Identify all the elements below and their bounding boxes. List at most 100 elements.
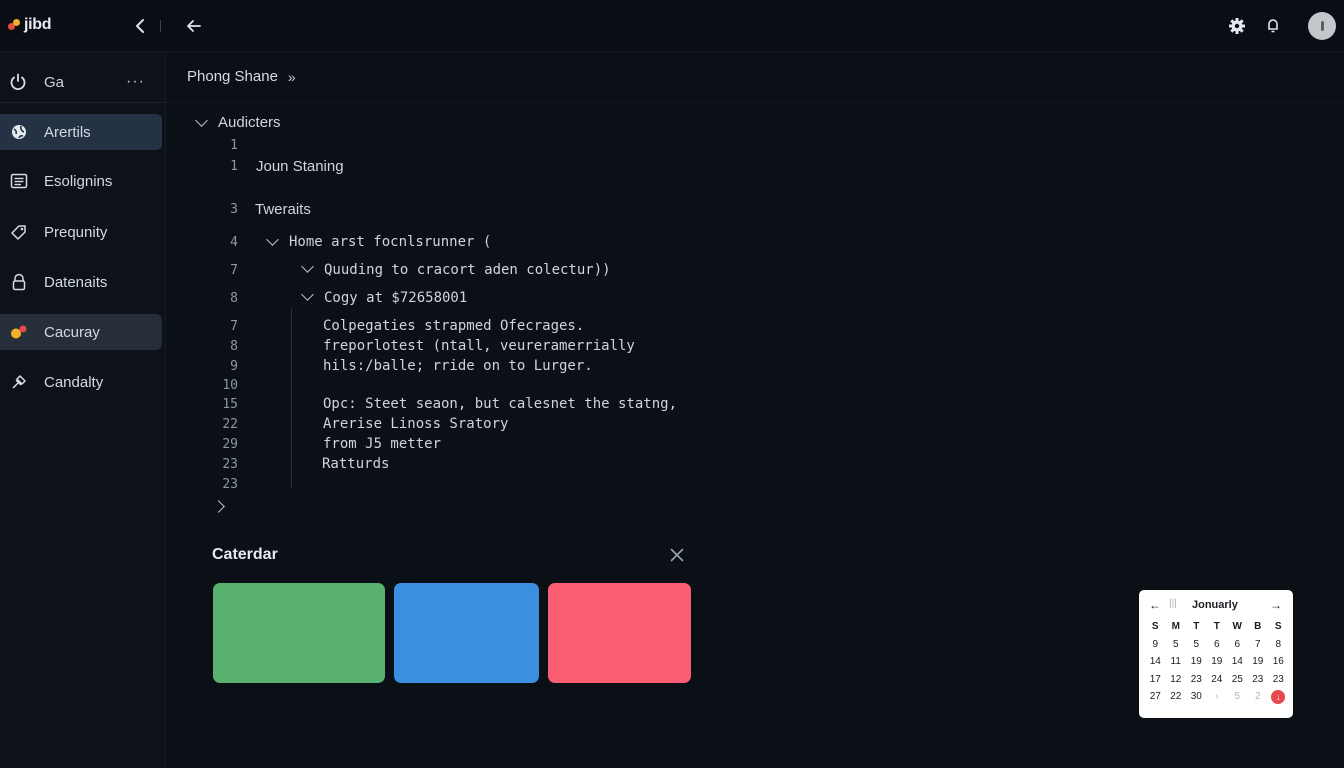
weekday-label: B bbox=[1254, 621, 1262, 632]
day-cell[interactable]: 5 bbox=[1166, 638, 1187, 653]
day-cell[interactable]: 23 bbox=[1268, 673, 1289, 688]
color-swatch-red[interactable] bbox=[548, 583, 691, 683]
chevron-down-icon[interactable] bbox=[301, 260, 314, 273]
day-cell[interactable]: 14 bbox=[1227, 655, 1248, 670]
day-cell[interactable]: 5 bbox=[1186, 638, 1207, 653]
day-cell[interactable]: 11 bbox=[1166, 655, 1187, 670]
arrow-left-icon[interactable]: ← bbox=[1149, 598, 1161, 612]
mini-calendar: ← ||| Jonuarly → S M T T W B S 9 5 5 6 6 7 8 14 11 19 19 1… bbox=[1139, 590, 1293, 718]
tree-header[interactable]: Audicters bbox=[195, 114, 281, 131]
divider-icon: ||| bbox=[1169, 598, 1177, 609]
weekday-label: T bbox=[1213, 621, 1220, 632]
indent-guide bbox=[291, 308, 292, 488]
tree-line[interactable]: Tweraits bbox=[255, 201, 311, 218]
sidebar-divider bbox=[0, 102, 166, 103]
chevron-down-icon[interactable] bbox=[301, 288, 314, 301]
back-button[interactable] bbox=[182, 14, 206, 38]
day-cell[interactable]: 2 bbox=[1248, 690, 1269, 705]
day-cell[interactable]: 22 bbox=[1166, 690, 1187, 705]
day-cell[interactable]: 25 bbox=[1227, 673, 1248, 688]
puzzle-icon bbox=[10, 373, 28, 391]
day-cell[interactable]: 12 bbox=[1166, 673, 1187, 688]
tree-line[interactable]: Home arst focnlsrunner ( bbox=[289, 234, 491, 250]
day-cell[interactable]: 19 bbox=[1186, 655, 1207, 670]
weekday-label: W bbox=[1232, 621, 1242, 632]
close-icon bbox=[670, 548, 684, 562]
line-number: 22 bbox=[222, 417, 238, 432]
close-button[interactable] bbox=[668, 546, 686, 564]
logo-text: jibd bbox=[24, 16, 52, 33]
day-cell[interactable]: 24 bbox=[1207, 673, 1228, 688]
more-options-icon[interactable]: ··· bbox=[126, 73, 145, 91]
double-chevron-icon: » bbox=[287, 68, 296, 85]
day-cell-today[interactable]: ↓ bbox=[1268, 690, 1289, 705]
globe-icon bbox=[10, 123, 28, 141]
tree-line: Colpegaties strapmed Ofecrages. bbox=[323, 318, 585, 334]
sidebar: Ga ··· Arertils Esolignins Prequnity Dat… bbox=[0, 52, 166, 768]
calendar-section-title: Caterdar bbox=[212, 546, 278, 563]
color-swatch-green[interactable] bbox=[213, 583, 385, 683]
day-label: ↓ bbox=[1271, 690, 1286, 704]
day-cell[interactable]: › bbox=[1207, 690, 1228, 705]
sidebar-item-candalty[interactable]: Candalty bbox=[0, 364, 162, 400]
tree-header-label: Audicters bbox=[218, 114, 281, 131]
day-cell[interactable]: 27 bbox=[1145, 690, 1166, 705]
tag-icon bbox=[10, 223, 28, 241]
tree-line: Arerise Linoss Sratory bbox=[323, 416, 509, 432]
sidebar-header[interactable]: Ga ··· bbox=[0, 62, 166, 102]
day-cell[interactable]: 16 bbox=[1268, 655, 1289, 670]
tree-line: hils:/balle; rride on to Lurger. bbox=[323, 358, 593, 374]
weekday-label: T bbox=[1193, 621, 1200, 632]
tree-line[interactable]: Cogy at $72658001 bbox=[324, 290, 467, 306]
list-icon bbox=[10, 172, 28, 190]
line-number: 23 bbox=[222, 477, 238, 492]
day-cell[interactable]: 6 bbox=[1227, 638, 1248, 653]
sidebar-item-cacuray[interactable]: Cacuray bbox=[0, 314, 162, 350]
tree-line[interactable]: Quuding to cracort aden colectur)) bbox=[324, 262, 611, 278]
day-cell[interactable]: 23 bbox=[1248, 673, 1269, 688]
header-divider bbox=[166, 102, 1344, 103]
arrow-right-icon[interactable]: → bbox=[1270, 598, 1282, 612]
day-cell[interactable]: 30 bbox=[1186, 690, 1207, 705]
day-cell[interactable]: 23 bbox=[1186, 673, 1207, 688]
day-cell[interactable]: 9 bbox=[1145, 638, 1166, 653]
line-number: 23 bbox=[222, 457, 238, 472]
notifications-button[interactable] bbox=[1261, 14, 1285, 38]
sidebar-item-label: Prequnity bbox=[44, 223, 108, 241]
tree-line: Ratturds bbox=[322, 456, 390, 472]
day-cell[interactable]: 8 bbox=[1268, 638, 1289, 653]
color-swatch-blue[interactable] bbox=[394, 583, 539, 683]
user-avatar[interactable] bbox=[1308, 12, 1336, 40]
breadcrumb[interactable]: Phong Shane » bbox=[187, 68, 296, 85]
gear-icon bbox=[1229, 18, 1245, 34]
day-cell[interactable]: 19 bbox=[1248, 655, 1269, 670]
settings-button[interactable] bbox=[1225, 14, 1249, 38]
tree-line: from J5 metter bbox=[323, 436, 442, 452]
day-cell[interactable]: 17 bbox=[1145, 673, 1166, 688]
tree-line: Opc: Steet seaon, but calesnet the statn… bbox=[323, 396, 678, 412]
month-label[interactable]: Jonuarly bbox=[1192, 599, 1238, 611]
collapse-sidebar-button[interactable] bbox=[128, 14, 152, 38]
tree-line[interactable]: Joun Staning bbox=[256, 158, 344, 175]
line-number: 1 bbox=[230, 159, 238, 174]
lock-icon bbox=[10, 273, 28, 291]
day-cell[interactable]: 19 bbox=[1207, 655, 1228, 670]
sidebar-item-esolignins[interactable]: Esolignins bbox=[0, 163, 162, 199]
day-cell[interactable]: 7 bbox=[1248, 638, 1269, 653]
line-number: 1 bbox=[230, 138, 238, 153]
weekday-label: M bbox=[1171, 621, 1180, 632]
sidebar-item-prequnity[interactable]: Prequnity bbox=[0, 214, 162, 250]
day-cell[interactable]: 5 bbox=[1227, 690, 1248, 705]
day-cell[interactable]: 6 bbox=[1207, 638, 1228, 653]
line-number: 3 bbox=[230, 202, 238, 217]
sidebar-item-arertils[interactable]: Arertils bbox=[0, 114, 162, 150]
chevron-down-icon bbox=[195, 114, 208, 127]
day-cell[interactable]: 14 bbox=[1145, 655, 1166, 670]
chevron-down-icon[interactable] bbox=[266, 233, 279, 246]
weekday-label: S bbox=[1151, 621, 1159, 632]
power-icon bbox=[10, 73, 26, 91]
app-logo[interactable]: jibd bbox=[8, 16, 52, 34]
sidebar-item-datenaits[interactable]: Datenaits bbox=[0, 264, 162, 300]
info-icon bbox=[1320, 21, 1324, 31]
chevron-right-icon[interactable] bbox=[212, 500, 225, 513]
